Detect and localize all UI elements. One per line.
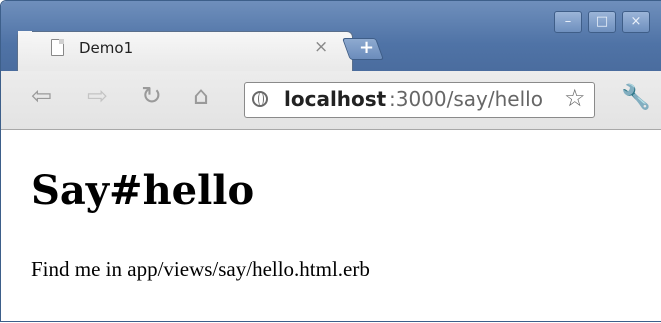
page-text: Find me in app/views/say/hello.html.erb — [31, 257, 370, 281]
browser-window: Demo1 × + – □ × ⇦ ⇨ ↻ ⌂ localhost :3000/… — [0, 0, 661, 322]
close-window-button[interactable]: × — [622, 11, 650, 33]
url-path[interactable]: :3000/say/hello — [389, 87, 543, 111]
wrench-icon[interactable]: 🔧 — [621, 83, 651, 111]
back-icon[interactable]: ⇦ — [31, 81, 52, 110]
tab-title: Demo1 — [79, 39, 134, 57]
url-host[interactable]: localhost — [284, 87, 386, 111]
tab-close-icon[interactable]: × — [314, 37, 328, 57]
page-heading: Say#hello — [31, 167, 255, 214]
plus-icon[interactable]: + — [359, 37, 374, 58]
bookmark-star-icon[interactable]: ☆ — [564, 84, 586, 112]
maximize-button[interactable]: □ — [588, 11, 616, 33]
page-icon — [51, 39, 64, 56]
home-icon[interactable]: ⌂ — [193, 81, 209, 110]
forward-icon[interactable]: ⇨ — [87, 81, 108, 110]
tab-demo1[interactable] — [17, 31, 353, 71]
minimize-button[interactable]: – — [554, 11, 582, 33]
reload-icon[interactable]: ↻ — [141, 81, 162, 110]
globe-icon — [252, 91, 268, 107]
